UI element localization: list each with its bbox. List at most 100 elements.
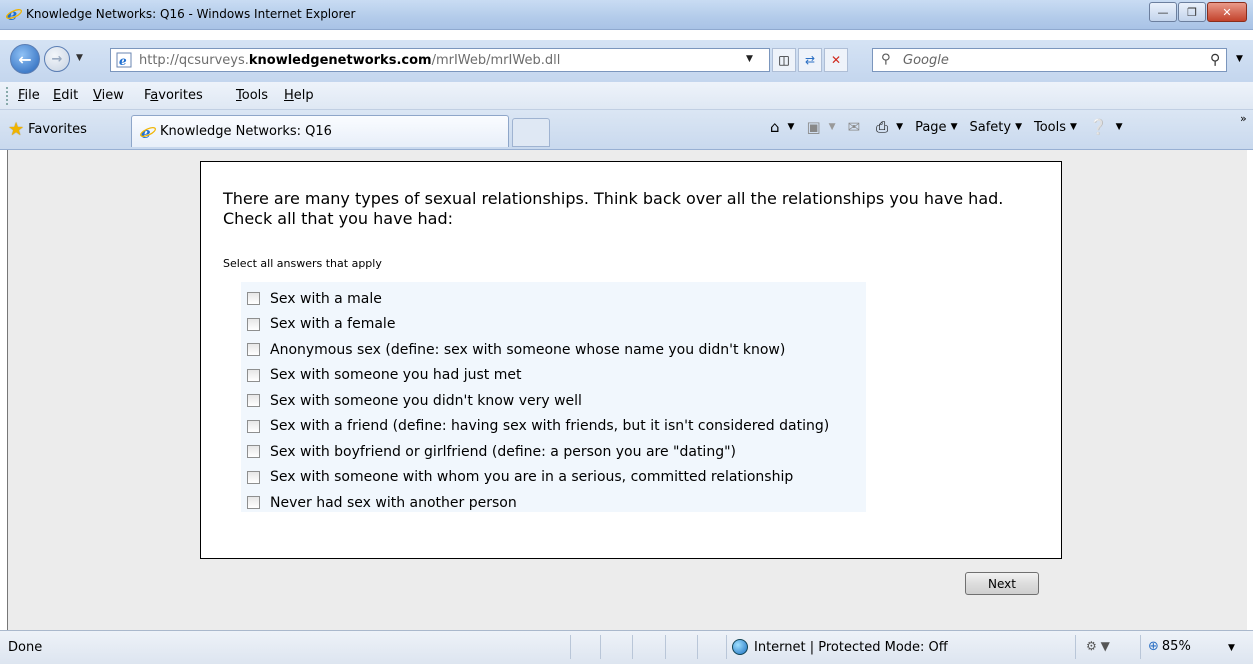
print-button[interactable]: ⎙ ▼: [876, 118, 903, 136]
safety-menu-label: Safety: [969, 119, 1012, 135]
search-options-dropdown-icon[interactable]: ▼: [1236, 54, 1243, 64]
option-label: Sex with a female: [270, 316, 396, 333]
search-provider-icon: ⚲: [881, 52, 891, 67]
stop-icon[interactable]: ✕: [824, 48, 848, 72]
more-commands-chevron-icon[interactable]: »: [1240, 112, 1247, 125]
recent-pages-dropdown-icon[interactable]: ▼: [76, 53, 83, 63]
answer-option[interactable]: Never had sex with another person: [241, 490, 866, 516]
checkbox[interactable]: [247, 496, 260, 510]
compatibility-view-icon[interactable]: ◫: [772, 48, 796, 72]
tab-label: Knowledge Networks: Q16: [160, 124, 332, 139]
checkbox[interactable]: [247, 317, 260, 331]
favorites-button[interactable]: ★ Favorites: [8, 119, 87, 140]
answer-option[interactable]: Sex with someone with whom you are in a …: [241, 465, 866, 491]
help-menu[interactable]: ❔ ▼: [1089, 118, 1123, 136]
read-mail-button[interactable]: ✉: [848, 118, 865, 136]
page-menu-label: Page: [915, 119, 947, 135]
security-zone[interactable]: Internet | Protected Mode: Off: [732, 639, 948, 655]
zoom-label: 85%: [1161, 639, 1191, 654]
zone-label: Internet | Protected Mode: Off: [754, 639, 948, 655]
zoom-level[interactable]: ⊕ 85%: [1148, 639, 1191, 654]
mail-icon: ✉: [847, 118, 861, 136]
answer-option[interactable]: Sex with someone you had just met: [241, 363, 866, 389]
menu-tools[interactable]: Tools: [236, 88, 268, 103]
maximize-button[interactable]: ❐: [1178, 2, 1206, 22]
status-divider: [570, 635, 571, 659]
option-label: Sex with a male: [270, 290, 382, 307]
answer-option[interactable]: Anonymous sex (define: sex with someone …: [241, 337, 866, 363]
checkbox[interactable]: [247, 445, 260, 459]
tab-bar: ★ Favorites e Knowledge Networks: Q16 ⌂ ▼…: [0, 110, 1253, 150]
checkbox[interactable]: [247, 368, 260, 382]
address-tools: ◫ ⇄ ✕: [772, 48, 850, 72]
svg-text:e: e: [119, 54, 127, 68]
status-divider: [632, 635, 633, 659]
zoom-icon: ⊕: [1148, 639, 1159, 654]
new-tab-button[interactable]: [512, 118, 550, 147]
search-icon[interactable]: ⚲: [1210, 52, 1220, 68]
safety-menu[interactable]: Safety ▼: [969, 120, 1022, 135]
question-text: There are many types of sexual relations…: [223, 189, 1004, 228]
next-button[interactable]: Next: [965, 572, 1039, 595]
status-divider: [697, 635, 698, 659]
checkbox[interactable]: [247, 470, 260, 484]
option-label: Anonymous sex (define: sex with someone …: [270, 341, 786, 358]
option-label: Sex with a friend (define: having sex wi…: [270, 418, 830, 435]
answer-option[interactable]: Sex with a friend (define: having sex wi…: [241, 414, 866, 440]
survey-panel: There are many types of sexual relations…: [200, 161, 1062, 559]
back-button[interactable]: ←: [10, 44, 40, 74]
printer-icon: ⎙: [876, 118, 889, 136]
page-menu[interactable]: Page ▼: [915, 120, 957, 135]
rss-feed-icon: ▣: [806, 118, 821, 136]
menu-edit[interactable]: Edit: [53, 88, 78, 103]
feeds-button[interactable]: ▣ ▼: [806, 118, 835, 136]
checkbox[interactable]: [247, 394, 260, 408]
option-label: Sex with someone you didn't know very we…: [270, 392, 582, 409]
option-label: Never had sex with another person: [270, 494, 517, 511]
status-divider: [1140, 635, 1141, 659]
internet-globe-icon: [732, 639, 748, 655]
favorites-label: Favorites: [28, 122, 87, 137]
status-divider: [1075, 635, 1076, 659]
window-controls: — ❐ ✕: [1148, 2, 1247, 22]
toolbar-grip: [6, 87, 9, 105]
tools-menu-label: Tools: [1034, 119, 1067, 135]
menu-help[interactable]: Help: [284, 88, 314, 103]
search-placeholder: Google: [903, 53, 949, 68]
minimize-button[interactable]: —: [1149, 2, 1177, 22]
ie-logo-icon: e: [6, 6, 22, 22]
close-button[interactable]: ✕: [1207, 2, 1247, 22]
refresh-icon[interactable]: ⇄: [798, 48, 822, 72]
address-bar[interactable]: e http://qcsurveys.knowledgenetworks.com…: [110, 48, 770, 72]
tools-menu[interactable]: Tools ▼: [1034, 120, 1077, 135]
answer-option[interactable]: Sex with a male: [241, 286, 866, 312]
answer-option[interactable]: Sex with someone you didn't know very we…: [241, 388, 866, 414]
url-text: http://qcsurveys.knowledgenetworks.com/m…: [139, 53, 561, 68]
menu-view[interactable]: View: [93, 88, 124, 103]
tab-knowledge-networks[interactable]: e Knowledge Networks: Q16: [131, 115, 509, 147]
home-button[interactable]: ⌂ ▼: [770, 118, 794, 136]
status-text: Done: [8, 640, 43, 655]
option-label: Sex with boyfriend or girlfriend (define…: [270, 443, 736, 460]
answer-option[interactable]: Sex with boyfriend or girlfriend (define…: [241, 439, 866, 465]
checkbox[interactable]: [247, 419, 260, 433]
menu-favorites[interactable]: Favorites: [144, 88, 203, 103]
forward-button[interactable]: →: [44, 46, 70, 72]
checkbox[interactable]: [247, 343, 260, 357]
menu-file[interactable]: File: [18, 88, 40, 103]
address-dropdown-icon[interactable]: ▼: [746, 54, 753, 64]
answer-options: Sex with a male Sex with a female Anonym…: [241, 282, 866, 512]
answer-option[interactable]: Sex with a female: [241, 312, 866, 338]
favorites-star-icon: ★: [8, 119, 25, 140]
instruction-text: Select all answers that apply: [223, 257, 382, 270]
protected-mode-icon[interactable]: ⚙ ▼: [1086, 639, 1110, 653]
status-divider: [665, 635, 666, 659]
search-input[interactable]: ⚲ Google: [872, 48, 1227, 72]
checkbox[interactable]: [247, 292, 260, 306]
zoom-dropdown-icon[interactable]: ▼: [1228, 643, 1235, 653]
status-divider: [726, 635, 727, 659]
home-icon: ⌂: [770, 118, 780, 136]
status-divider: [600, 635, 601, 659]
title-bar: e Knowledge Networks: Q16 - Windows Inte…: [0, 0, 1253, 30]
address-toolbar: ← → ▼ e http://qcsurveys.knowledgenetwor…: [0, 40, 1253, 82]
